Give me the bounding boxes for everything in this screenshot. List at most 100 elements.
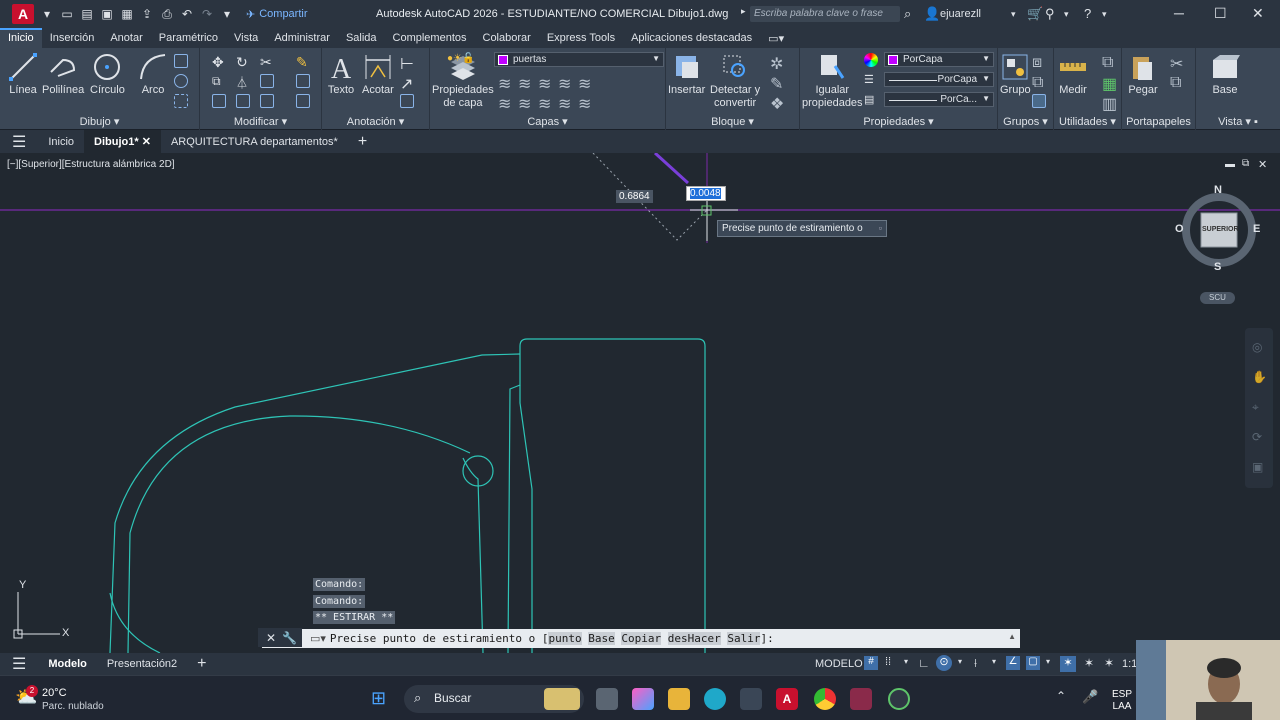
calculator-icon[interactable]: ▥ xyxy=(1102,94,1117,113)
hatch-icon[interactable] xyxy=(174,94,188,108)
compass-west[interactable]: O xyxy=(1175,223,1184,235)
table-icon[interactable] xyxy=(400,94,414,108)
group-button[interactable]: Grupo xyxy=(1000,52,1031,97)
layout-menu-icon[interactable]: ☰ xyxy=(0,653,38,675)
compass-south[interactable]: S xyxy=(1214,261,1221,273)
move-icon[interactable]: ✥ xyxy=(212,54,226,70)
panel-vista-title[interactable]: Vista ▾ ▪ xyxy=(1196,115,1280,128)
dynamic-length-field[interactable]: 0.6864 xyxy=(616,190,653,203)
cmd-option-copiar[interactable]: Copiar xyxy=(621,632,662,645)
layer-tool-icon-7[interactable]: ≋ xyxy=(518,94,532,113)
customize-wrench-icon[interactable]: 🔧 xyxy=(282,631,297,645)
dimension-button[interactable]: Acotar xyxy=(362,52,394,97)
app-menu-chevron-icon[interactable]: ▾ xyxy=(40,7,54,21)
viewcube-face-label[interactable]: SUPERIOR xyxy=(1202,226,1239,233)
panel-grupos-title[interactable]: Grupos ▾ xyxy=(998,115,1053,128)
scale-readout[interactable]: 1:1 xyxy=(1122,658,1137,670)
measure-button[interactable]: Medir xyxy=(1058,52,1088,97)
panel-anotacion-title[interactable]: Anotación ▾ xyxy=(322,115,429,128)
isodraft-menu-chevron-icon[interactable]: ▾ xyxy=(992,657,996,666)
panel-dibujo-title[interactable]: Dibujo ▾ xyxy=(0,115,199,128)
tab-anotar[interactable]: Anotar xyxy=(102,28,150,48)
object-snap-tracking-icon[interactable]: ∠ xyxy=(1006,656,1020,670)
trim-icon[interactable]: ✂ xyxy=(260,54,274,70)
panel-capas-title[interactable]: Capas ▾ xyxy=(430,115,665,128)
osnap-menu-chevron-icon[interactable]: ▾ xyxy=(1046,657,1050,666)
offset-icon[interactable] xyxy=(296,94,310,108)
weather-description[interactable]: Parc. nublado xyxy=(42,701,104,712)
pan-hand-icon[interactable]: ✋ xyxy=(1252,370,1267,384)
save-icon[interactable]: ▣ xyxy=(100,7,114,21)
insert-button[interactable]: Insertar xyxy=(668,52,705,97)
cmd-option-salir[interactable]: Salir xyxy=(727,632,761,645)
dynamic-angle-field[interactable]: 0.0048 xyxy=(686,186,726,201)
close-icon[interactable]: ✕ xyxy=(1252,5,1264,22)
user-icon[interactable]: 👤 xyxy=(924,6,940,22)
windows-start-icon[interactable]: ⊞ xyxy=(371,688,386,709)
store-icon[interactable] xyxy=(740,688,762,710)
layout-tab-modelo[interactable]: Modelo xyxy=(38,653,97,675)
publish-icon[interactable]: ⇪ xyxy=(140,7,154,21)
paste-button[interactable]: Pegar xyxy=(1128,52,1158,97)
command-recent-icon[interactable]: ▭▾ xyxy=(310,632,326,645)
match-properties-button[interactable]: Igualar propiedades xyxy=(802,52,863,110)
user-name[interactable]: ejuarezll xyxy=(940,8,981,20)
arc-button[interactable]: Arco xyxy=(138,52,168,97)
panel-portapapeles-title[interactable]: Portapapeles xyxy=(1122,116,1195,128)
erase-icon[interactable]: ✎ xyxy=(296,54,310,70)
layer-tool-icon-2[interactable]: ≋ xyxy=(518,74,532,93)
keyboard-language[interactable]: ESP LAA xyxy=(1112,689,1132,713)
task-view-icon[interactable] xyxy=(596,688,618,710)
ellipse-icon[interactable] xyxy=(174,74,188,88)
cut-icon[interactable]: ✂ xyxy=(1170,54,1184,73)
doc-tab-inicio[interactable]: Inicio xyxy=(38,130,84,153)
doc-tab-dibujo1[interactable]: Dibujo1* ✕ xyxy=(84,130,161,153)
base-view-button[interactable]: Base xyxy=(1210,52,1240,97)
tab-express-tools[interactable]: Express Tools xyxy=(539,28,623,48)
workspace-gear-icon[interactable]: ✶ xyxy=(1104,656,1114,670)
linetype-dropdown[interactable]: PorCapa ▼ xyxy=(884,72,994,87)
ungroup-icon[interactable]: ⧈ xyxy=(1032,54,1046,71)
layer-tool-icon-3[interactable]: ≋ xyxy=(538,74,552,93)
zoom-extents-icon[interactable]: ⌖ xyxy=(1252,400,1259,415)
cmd-option-deshacer[interactable]: desHacer xyxy=(667,632,721,645)
viewcube[interactable]: N S E O SUPERIOR xyxy=(1175,184,1260,273)
copy-icon[interactable]: ⧉ xyxy=(212,74,226,88)
rectangle-icon[interactable] xyxy=(174,54,188,68)
maximize-icon[interactable]: ☐ xyxy=(1214,5,1227,22)
help-search-input[interactable]: Escriba palabra clave o frase xyxy=(750,6,900,22)
qat-customize-icon[interactable]: ▾ xyxy=(220,7,234,21)
edit-block-icon[interactable]: ✎ xyxy=(770,74,784,93)
group-edit-icon[interactable]: ⧉ xyxy=(1032,74,1046,91)
explode-icon[interactable] xyxy=(296,74,310,88)
panel-utilidades-title[interactable]: Utilidades ▾ xyxy=(1054,115,1121,128)
expand-arrow-icon[interactable]: ▸ xyxy=(741,6,746,17)
rotate-icon[interactable]: ↻ xyxy=(236,54,250,70)
ribbon-display-toggle-icon[interactable]: ▭▾ xyxy=(760,28,792,48)
tab-inicio[interactable]: Inicio xyxy=(0,28,42,48)
layer-tool-icon-8[interactable]: ≋ xyxy=(538,94,552,113)
line-button[interactable]: Línea xyxy=(8,52,38,97)
layer-tool-icon-9[interactable]: ≋ xyxy=(558,94,572,113)
cart-icon[interactable]: 🛒 xyxy=(1027,6,1043,22)
polar-menu-chevron-icon[interactable]: ▾ xyxy=(958,657,962,666)
layer-tool-icon-5[interactable]: ≋ xyxy=(578,74,592,93)
redo-icon[interactable]: ↷ xyxy=(200,7,214,21)
layer-tool-icon-6[interactable]: ≋ xyxy=(498,94,512,113)
tooltip-options-icon[interactable]: ▫ xyxy=(879,223,882,233)
open-folder-icon[interactable]: ▤ xyxy=(80,7,94,21)
isodraft-icon[interactable]: ⟊ xyxy=(974,656,977,671)
compass-north[interactable]: N xyxy=(1214,184,1222,196)
stretch-icon[interactable] xyxy=(212,94,226,108)
weather-temp[interactable]: 20°C xyxy=(42,687,67,699)
doc-tab-arquitectura[interactable]: ARQUITECTURA departamentos* xyxy=(161,130,348,153)
array-icon[interactable] xyxy=(260,94,274,108)
tab-parametrico[interactable]: Paramétrico xyxy=(151,28,226,48)
create-block-icon[interactable]: ✲ xyxy=(770,54,784,73)
microphone-icon[interactable]: 🎤 xyxy=(1082,689,1098,705)
new-layout-plus-icon[interactable]: + xyxy=(187,653,216,675)
linear-dim-icon[interactable]: ⊢ xyxy=(400,54,414,73)
save-as-icon[interactable]: ▦ xyxy=(120,7,134,21)
edge-icon[interactable] xyxy=(704,688,726,710)
group-select-icon[interactable] xyxy=(1032,94,1046,108)
